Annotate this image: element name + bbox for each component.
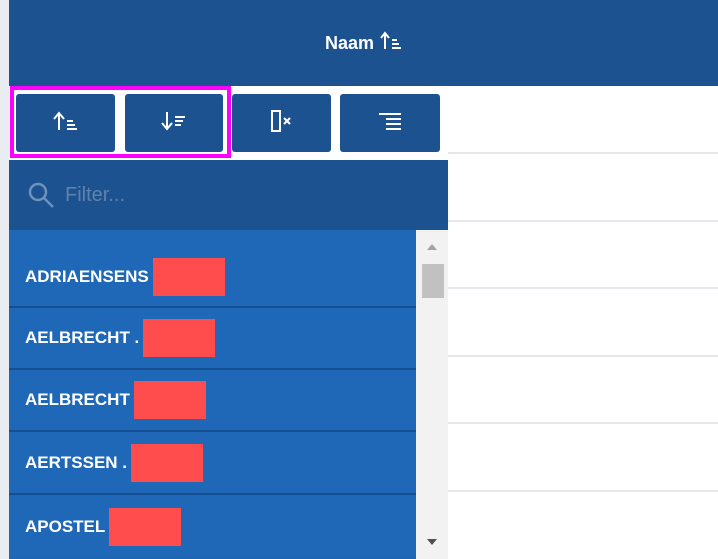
background-edge (0, 0, 9, 559)
redacted-block (109, 508, 182, 546)
sort-ascending-button[interactable] (16, 94, 115, 152)
sort-descending-icon (161, 110, 187, 137)
clear-column-button[interactable] (232, 94, 331, 152)
list-item[interactable]: AERTSSEN . (9, 433, 416, 495)
grid-line (448, 422, 718, 424)
sort-ascending-icon (52, 110, 79, 137)
grid-line (448, 220, 718, 222)
filter-bar (9, 160, 448, 230)
grid-line (448, 355, 718, 357)
list-item-label: AELBRECHT (25, 390, 130, 409)
redacted-block (152, 258, 225, 296)
scroll-down-arrow-icon[interactable] (424, 535, 440, 549)
grid-line (448, 287, 718, 289)
column-menu-panel: ADRIAENSENS AELBRECHT . AELBRECHT AERTSS… (9, 86, 448, 559)
grid-line (448, 490, 718, 492)
align-right-icon (377, 110, 403, 137)
filter-input[interactable] (65, 178, 425, 212)
list-item[interactable]: APOSTEL (9, 496, 416, 558)
value-list[interactable]: ADRIAENSENS AELBRECHT . AELBRECHT AERTSS… (9, 230, 416, 559)
list-item[interactable]: AELBRECHT (9, 370, 416, 432)
column-header-title: Naam (324, 32, 375, 53)
clear-column-icon (269, 109, 295, 138)
redacted-block (131, 444, 204, 482)
sort-descending-button[interactable] (125, 94, 223, 152)
list-item[interactable]: AELBRECHT . (9, 308, 416, 370)
scroll-up-arrow-icon[interactable] (424, 240, 440, 254)
list-scrollbar[interactable] (416, 230, 448, 559)
list-item-label: AELBRECHT . (25, 328, 140, 347)
list-item-label: APOSTEL (25, 517, 106, 536)
list-item[interactable]: ADRIAENSENS (9, 230, 416, 308)
column-header[interactable]: Naam (9, 0, 718, 86)
list-item-label: ADRIAENSENS (25, 267, 149, 286)
redacted-block (133, 381, 206, 419)
scroll-thumb[interactable] (422, 264, 444, 298)
grid-line (448, 152, 718, 154)
search-icon (27, 181, 55, 209)
align-right-button[interactable] (340, 94, 440, 152)
redacted-block (143, 319, 216, 357)
sort-ascending-icon (380, 30, 402, 56)
list-item-label: AERTSSEN . (25, 453, 128, 472)
menu-toolbar (9, 86, 448, 159)
value-list-area: ADRIAENSENS AELBRECHT . AELBRECHT AERTSS… (9, 230, 448, 559)
